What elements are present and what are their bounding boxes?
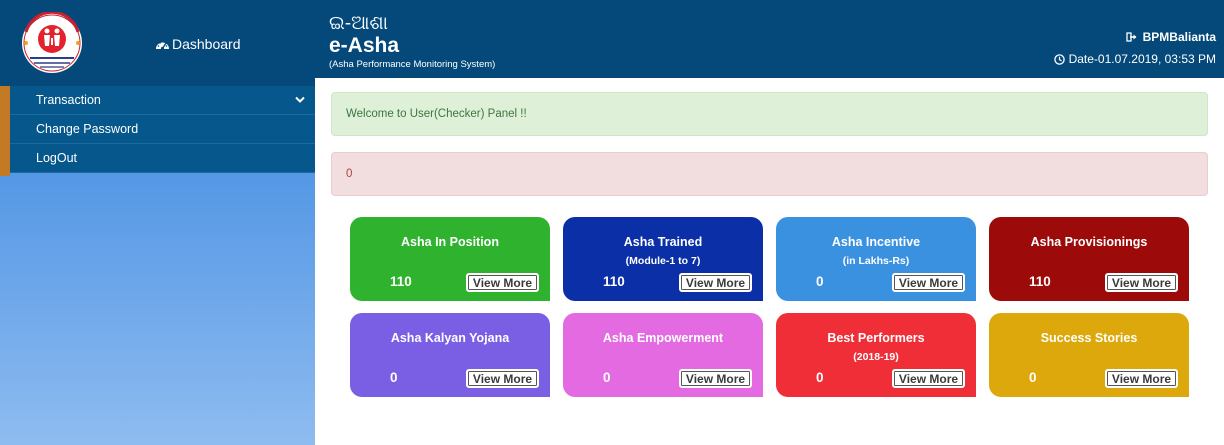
- user-menu[interactable]: BPMBalianta: [1125, 30, 1216, 44]
- card-subtitle: (Module-1 to 7): [625, 255, 701, 267]
- clock-icon: [1053, 53, 1065, 65]
- error-alert: 0: [331, 152, 1208, 196]
- sidebar-item-change-password[interactable]: Change Password: [10, 115, 315, 144]
- app-subtitle: (Asha Performance Monitoring System): [329, 59, 496, 70]
- app-title-odia: ଇ-ଆଶା: [329, 13, 388, 34]
- view-more-button[interactable]: View More: [679, 273, 752, 292]
- card-title: Asha Kalyan Yojana: [390, 331, 510, 345]
- card-title: Asha Incentive: [831, 235, 921, 249]
- view-more-button[interactable]: View More: [1105, 369, 1178, 388]
- username: BPMBalianta: [1142, 30, 1216, 44]
- card-count: 0: [816, 274, 824, 289]
- card-count: 0: [1029, 370, 1037, 385]
- sidebar: Dashboard Transaction Change Password Lo…: [0, 0, 315, 445]
- nrhm-logo: [22, 12, 82, 73]
- card-count: 0: [816, 370, 824, 385]
- card-asha-provisionings: Asha Provisionings 110 View More: [989, 217, 1189, 301]
- card-asha-incentive: Asha Incentive (in Lakhs-Rs) 0 View More: [776, 217, 976, 301]
- top-header: ଇ-ଆଶା e-Asha (Asha Performance Monitorin…: [315, 0, 1224, 78]
- card-count: 110: [603, 274, 625, 289]
- sidebar-header: Dashboard: [0, 0, 315, 86]
- card-title: Asha Provisionings: [1030, 235, 1148, 249]
- sidebar-menu: Transaction Change Password LogOut: [10, 86, 315, 173]
- card-asha-in-position: Asha In Position 110 View More: [350, 217, 550, 301]
- view-more-button[interactable]: View More: [1105, 273, 1178, 292]
- card-title: Asha In Position: [401, 235, 499, 249]
- sidebar-item-logout[interactable]: LogOut: [10, 144, 315, 173]
- sign-out-icon: [1125, 32, 1137, 42]
- card-count: 110: [1029, 274, 1051, 289]
- view-more-button[interactable]: View More: [892, 369, 965, 388]
- date-text: Date-01.07.2019, 03:53 PM: [1068, 52, 1216, 66]
- app-title: e-Asha: [329, 34, 400, 57]
- view-more-button[interactable]: View More: [892, 273, 965, 292]
- sidebar-item-label: Transaction: [36, 93, 101, 107]
- card-asha-empowerment: Asha Empowerment 0 View More: [563, 313, 763, 397]
- tachometer-icon: [156, 41, 169, 50]
- view-more-button[interactable]: View More: [679, 369, 752, 388]
- card-subtitle: (2018-19): [853, 351, 899, 363]
- card-count: 110: [390, 274, 412, 289]
- chevron-down-icon: [295, 96, 305, 103]
- dashboard-label: Dashboard: [172, 36, 241, 52]
- card-best-performers: Best Performers (2018-19) 0 View More: [776, 313, 976, 397]
- date-display: Date-01.07.2019, 03:53 PM: [1053, 52, 1216, 66]
- card-title: Asha Empowerment: [602, 331, 724, 345]
- dashboard-link[interactable]: Dashboard: [155, 36, 241, 52]
- card-subtitle: (in Lakhs-Rs): [842, 255, 910, 267]
- card-title: Best Performers: [827, 331, 925, 345]
- card-title: Success Stories: [1040, 331, 1138, 345]
- card-count: 0: [390, 370, 398, 385]
- sidebar-accent-strip: [0, 86, 10, 176]
- sidebar-item-label: Change Password: [36, 122, 139, 136]
- view-more-button[interactable]: View More: [466, 369, 539, 388]
- card-title: Asha Trained: [623, 235, 703, 249]
- card-success-stories: Success Stories 0 View More: [989, 313, 1189, 397]
- card-asha-trained: Asha Trained (Module-1 to 7) 110 View Mo…: [563, 217, 763, 301]
- sidebar-item-label: LogOut: [36, 151, 78, 165]
- card-count: 0: [603, 370, 611, 385]
- welcome-alert: Welcome to User(Checker) Panel !!: [331, 92, 1208, 136]
- card-asha-kalyan-yojana: Asha Kalyan Yojana 0 View More: [350, 313, 550, 397]
- view-more-button[interactable]: View More: [466, 273, 539, 292]
- sidebar-item-transaction[interactable]: Transaction: [10, 86, 315, 115]
